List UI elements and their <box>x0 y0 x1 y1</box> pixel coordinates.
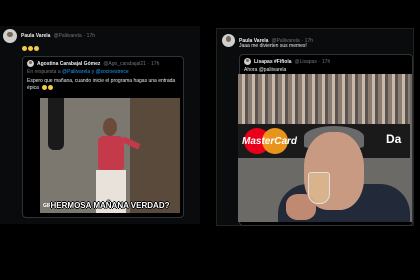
gif-caption: HERMOSA MAÑANA VERDAD? <box>50 201 170 210</box>
left-quote-text: Espero que mañana, cuando inicie el prog… <box>27 78 176 84</box>
left-quote-author-handle[interactable]: @Ago_carabajal21 <box>103 61 146 67</box>
left-tweet-time[interactable]: · 17h <box>84 33 95 39</box>
right-quote-text: Ahora @paliivarela <box>244 67 287 73</box>
wine-glass <box>308 172 330 204</box>
reply-prefix: En respuesta a <box>27 69 61 75</box>
right-quote-author-name[interactable]: Lisapas #Fifiola <box>254 59 292 65</box>
left-quote-header: Agostina Carabajal Gómez @Ago_carabajal2… <box>27 60 159 67</box>
gif-wall <box>130 98 180 213</box>
left-quote-author-name[interactable]: Agostina Carabajal Gómez <box>37 61 100 67</box>
left-quote-avatar[interactable] <box>27 60 34 67</box>
right-quote-header: Lisapas #Fifiola @Lisapas · 17h <box>244 58 330 65</box>
right-tweet-avatar[interactable] <box>222 34 235 47</box>
banner-brand-text: MasterCard <box>242 136 298 147</box>
left-quote-text-line2: épica <box>27 85 54 91</box>
left-quote-reply-line: En respuesta a @Paliivarela y @socioestr… <box>27 69 129 75</box>
left-tweet-avatar[interactable] <box>3 29 17 43</box>
laughing-face-icon <box>28 46 33 52</box>
left-tweet-author-handle[interactable]: @Paliivarela <box>53 33 81 39</box>
laughing-face-icon <box>42 85 48 91</box>
laughing-face-icon <box>34 46 39 52</box>
left-tweet-header: Paula Varela @Paliivarela · 17h <box>3 29 95 43</box>
right-quote-author-handle[interactable]: @Lisapas <box>295 59 317 65</box>
reply-to-link[interactable]: @Paliivarela y @socioestrece <box>62 69 129 75</box>
punching-bag <box>48 98 64 150</box>
right-tweet-text: Jaaa me divierten sus memes! <box>239 43 307 49</box>
right-quote-avatar[interactable] <box>244 58 251 65</box>
stadium-crowd <box>238 74 410 124</box>
banner-right-text: Da <box>386 132 402 146</box>
dancer-shirt <box>98 136 124 170</box>
left-tweet-author-name[interactable]: Paula Varela <box>21 33 50 39</box>
laughing-face-icon <box>22 46 27 52</box>
gif-media[interactable]: GIF ALT HERMOSA MAÑANA VERDAD? <box>40 98 180 213</box>
right-quote-time[interactable]: · 17h <box>319 59 330 65</box>
left-tweet-card[interactable]: Paula Varela @Paliivarela · 17h Agostina… <box>0 26 200 224</box>
photo-media[interactable]: MasterCard Da <box>238 74 412 222</box>
left-quote-text-epica: épica <box>27 85 39 91</box>
left-quote-time[interactable]: · 17h <box>148 61 159 67</box>
laughing-face-icon <box>48 85 54 91</box>
dancer-head <box>103 118 117 136</box>
